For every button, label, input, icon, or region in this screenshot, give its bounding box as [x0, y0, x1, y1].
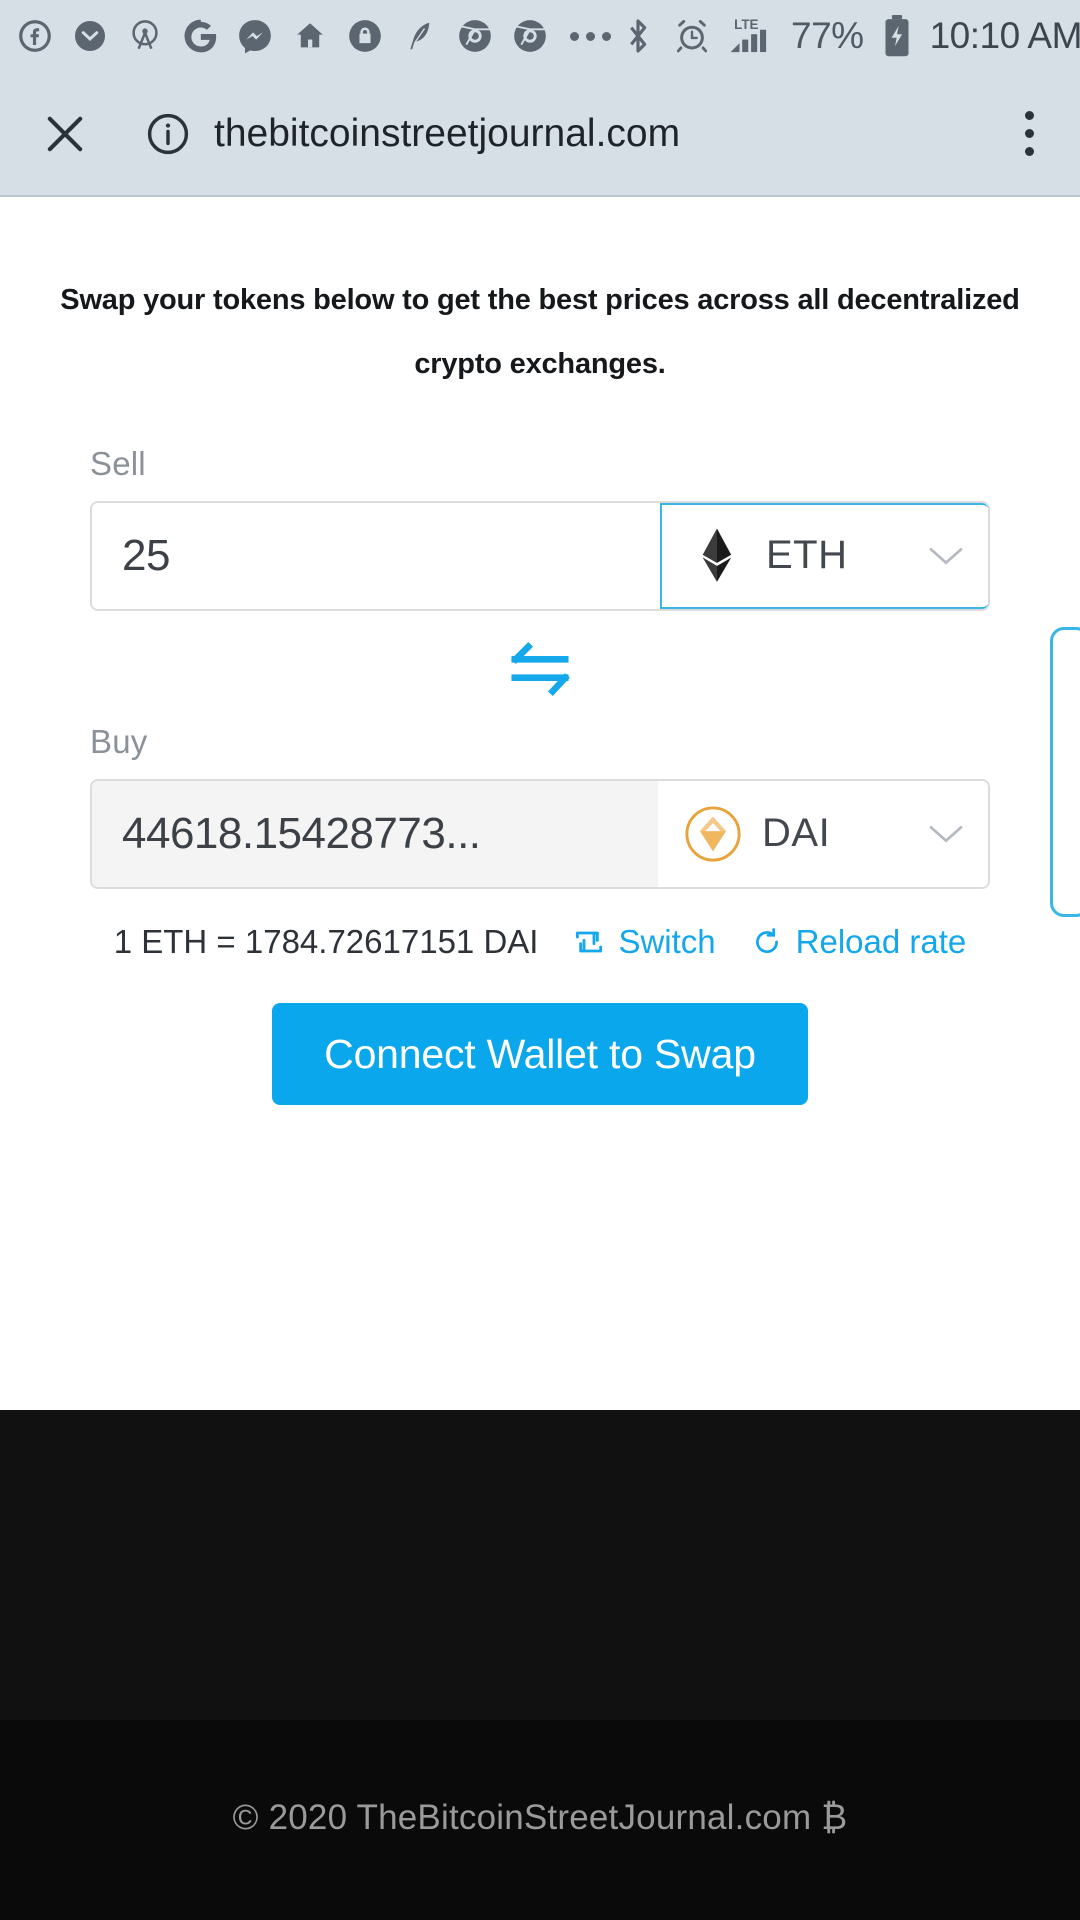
- sell-token-selector[interactable]: ETH: [660, 502, 988, 609]
- alarm-icon: [671, 15, 713, 57]
- buy-token-selector[interactable]: DAI: [658, 780, 988, 887]
- battery-percent: 77%: [791, 15, 864, 56]
- bluetooth-icon: [617, 15, 659, 57]
- chrome-icon-2: [509, 15, 551, 57]
- broadcast-icon: [124, 15, 166, 57]
- buy-amount-input[interactable]: 44618.15428773...: [92, 780, 658, 887]
- sell-token-symbol: ETH: [766, 533, 848, 578]
- ethereum-icon: [688, 527, 746, 585]
- status-clock: 10:10 AM: [929, 15, 1080, 56]
- status-system-icons: LTE 77% 10:10 AM: [617, 15, 1080, 57]
- phone-screen: LTE 77% 10:10 AM thebitcoinstreetjournal…: [0, 0, 1080, 1920]
- buy-token-symbol: DAI: [762, 811, 831, 856]
- battery-charging-icon: [876, 15, 918, 57]
- status-bar: LTE 77% 10:10 AM: [0, 0, 1080, 72]
- page-content: Swap your tokens below to get the best p…: [0, 197, 1080, 1410]
- rate-line: 1 ETH = 1784.72617151 DAI Switch Reload …: [90, 923, 990, 961]
- status-notification-icons: [14, 15, 617, 57]
- close-icon[interactable]: [36, 105, 94, 163]
- footer: © 2020 TheBitcoinStreetJournal.com ₿: [0, 1720, 1080, 1920]
- signal-bars-icon: LTE: [725, 15, 779, 57]
- url-text[interactable]: thebitcoinstreetjournal.com: [214, 112, 1006, 156]
- sell-label: Sell: [90, 444, 146, 482]
- intro-text: Swap your tokens below to get the best p…: [60, 284, 1020, 380]
- switch-label: Switch: [618, 922, 716, 960]
- chevron-down-icon[interactable]: [926, 821, 966, 847]
- swap-direction-button[interactable]: [90, 641, 990, 697]
- more-notifications-icon: [564, 31, 617, 41]
- footer-dark-area: [0, 1410, 1080, 1720]
- chevron-down-icon[interactable]: [926, 543, 966, 569]
- connect-wallet-button[interactable]: Connect Wallet to Swap: [272, 1002, 808, 1105]
- buy-label: Buy: [90, 722, 148, 760]
- sell-amount-input[interactable]: 25: [92, 503, 660, 609]
- dai-icon: [684, 805, 742, 863]
- feather-icon: [399, 15, 441, 57]
- chrome-icon: [454, 15, 496, 57]
- sell-row: 25 ETH: [90, 500, 990, 611]
- swap-widget: Sell 25 ETH Buy 44618.15428773... DAI 1 …: [0, 445, 1080, 1105]
- buy-row: 44618.15428773... DAI: [90, 778, 990, 889]
- exchange-rate-text: 1 ETH = 1784.72617151 DAI: [113, 922, 539, 960]
- facebook-icon: [14, 15, 56, 57]
- home-icon: [289, 15, 331, 57]
- svg-text:LTE: LTE: [734, 17, 758, 32]
- repeat-icon: [572, 927, 606, 957]
- refresh-icon: [750, 926, 784, 958]
- info-icon[interactable]: [144, 110, 192, 158]
- reload-label: Reload rate: [795, 922, 967, 960]
- reload-rate-button[interactable]: Reload rate: [750, 922, 967, 961]
- google-icon: [179, 15, 221, 57]
- messenger-icon: [234, 15, 276, 57]
- connect-wallet-wrap: Connect Wallet to Swap: [90, 1002, 990, 1105]
- overflow-menu-icon[interactable]: [1006, 104, 1052, 164]
- copyright-text: © 2020 TheBitcoinStreetJournal.com ₿: [232, 1798, 848, 1837]
- lock-app-icon: [344, 15, 386, 57]
- browser-toolbar: thebitcoinstreetjournal.com: [0, 72, 1080, 197]
- switch-rate-button[interactable]: Switch: [572, 922, 716, 961]
- pocket-icon: [69, 15, 111, 57]
